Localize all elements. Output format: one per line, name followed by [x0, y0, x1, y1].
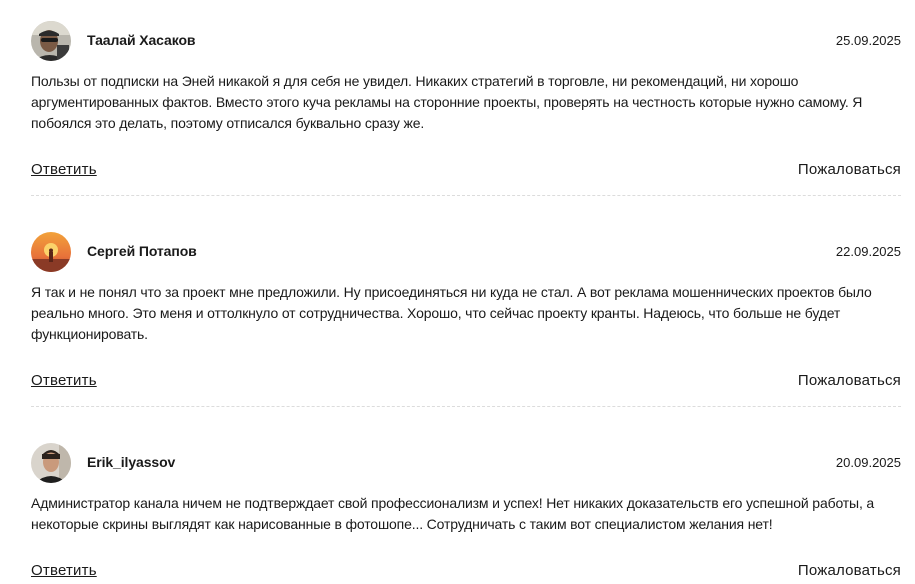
- comment-header: Erik_ilyassov 20.09.2025: [31, 443, 901, 483]
- comment-date: 25.09.2025: [835, 33, 901, 48]
- comment-header: Таалай Хасаков 25.09.2025: [31, 21, 901, 61]
- comment-actions: Ответить Пожаловаться: [31, 562, 901, 584]
- comment-divider: [31, 406, 901, 407]
- person-selfie-avatar: [31, 21, 71, 61]
- comment-author: Сергей Потапов: [87, 243, 197, 259]
- comments-list: Таалай Хасаков 25.09.2025 Пользы от подп…: [31, 0, 901, 584]
- comment-author: Таалай Хасаков: [87, 32, 196, 48]
- sunset-silhouette-avatar: [31, 232, 71, 272]
- user-avatar[interactable]: [31, 232, 71, 272]
- reply-link[interactable]: Ответить: [31, 562, 97, 579]
- comment-header: Сергей Потапов 22.09.2025: [31, 232, 901, 272]
- user-avatar[interactable]: [31, 21, 71, 61]
- comment-author: Erik_ilyassov: [87, 454, 176, 470]
- user-avatar[interactable]: [31, 443, 71, 483]
- comment-actions: Ответить Пожаловаться: [31, 161, 901, 183]
- comment-text: Пользы от подписки на Эней никакой я для…: [31, 73, 863, 131]
- comment-date: 20.09.2025: [835, 455, 901, 470]
- comment-divider: [31, 195, 901, 196]
- report-link[interactable]: Пожаловаться: [798, 161, 901, 178]
- comment-date: 22.09.2025: [835, 244, 901, 259]
- man-portrait-avatar: [31, 443, 71, 483]
- report-link[interactable]: Пожаловаться: [798, 562, 901, 579]
- reply-link[interactable]: Ответить: [31, 161, 97, 178]
- reply-link[interactable]: Ответить: [31, 372, 97, 389]
- comment-actions: Ответить Пожаловаться: [31, 372, 901, 394]
- report-link[interactable]: Пожаловаться: [798, 372, 901, 389]
- comment-text: Администратор канала ничем не подтвержда…: [31, 495, 875, 532]
- comment-text: Я так и не понял что за проект мне предл…: [31, 284, 872, 342]
